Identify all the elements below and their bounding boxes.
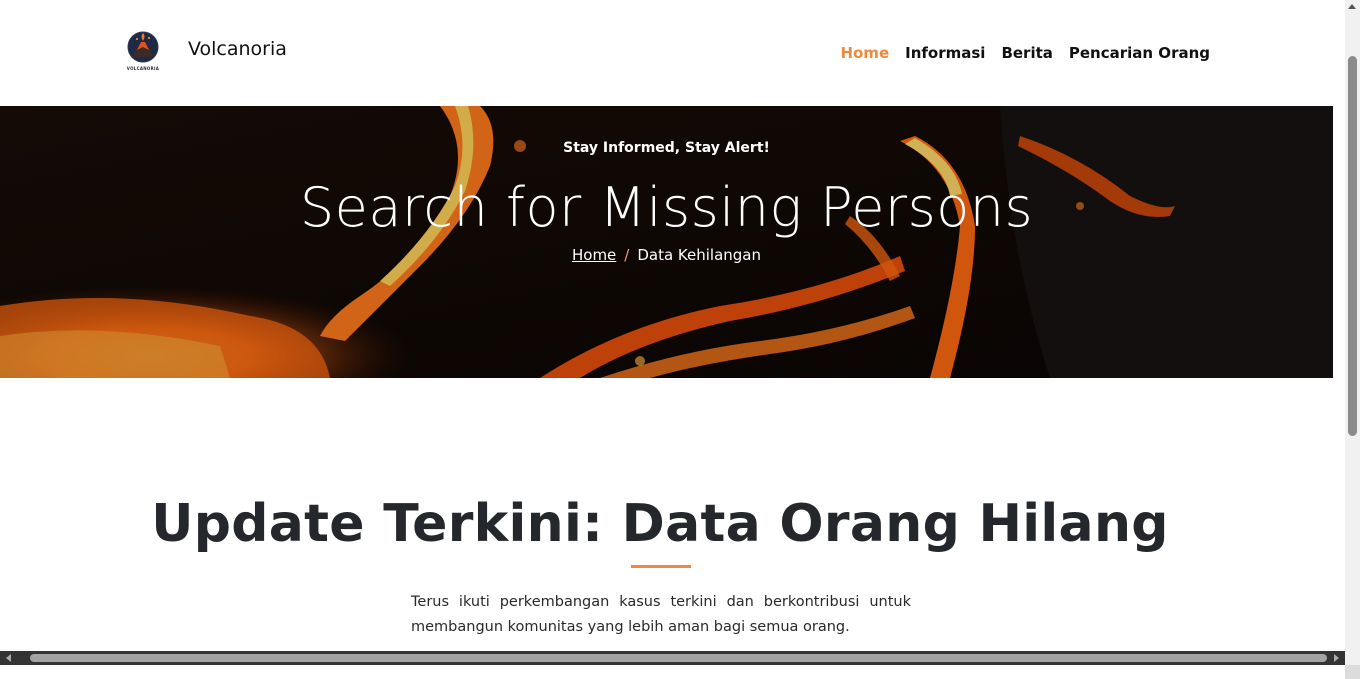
nav-link-informasi[interactable]: Informasi xyxy=(905,44,985,62)
volcanoria-logo[interactable]: VOLCANORIA xyxy=(122,30,164,76)
horizontal-scrollbar[interactable] xyxy=(0,651,1345,665)
breadcrumb-current: Data Kehilangan xyxy=(637,246,762,264)
navbar: VOLCANORIA Volcanoria Home Informasi Ber… xyxy=(0,0,1345,106)
nav-link-home[interactable]: Home xyxy=(840,44,889,62)
nav-link-berita[interactable]: Berita xyxy=(1001,44,1052,62)
vertical-scroll-thumb[interactable] xyxy=(1348,56,1357,436)
scroll-right-icon[interactable] xyxy=(1334,654,1339,662)
title-underline xyxy=(631,565,691,568)
breadcrumb: Home / Data Kehilangan xyxy=(0,246,1333,264)
vertical-scrollbar[interactable] xyxy=(1345,0,1360,665)
scroll-up-icon[interactable] xyxy=(1348,4,1356,9)
horizontal-scroll-thumb[interactable] xyxy=(30,654,1327,662)
scrollbar-corner xyxy=(1345,665,1360,679)
hero-banner: Stay Informed, Stay Alert! Search for Mi… xyxy=(0,106,1333,378)
volcano-logo-icon xyxy=(127,31,159,63)
hero-subtitle: Stay Informed, Stay Alert! xyxy=(563,140,770,156)
breadcrumb-separator: / xyxy=(624,246,630,264)
logo-text: VOLCANORIA xyxy=(126,66,160,71)
nav-link-pencarian-orang[interactable]: Pencarian Orang xyxy=(1069,44,1210,62)
hero-title: Search for Missing Persons xyxy=(299,176,1034,239)
breadcrumb-home-link[interactable]: Home xyxy=(572,246,616,264)
section-description: Terus ikuti perkembangan kasus terkini d… xyxy=(411,594,911,635)
section-title: Update Terkini: Data Orang Hilang xyxy=(151,494,1169,554)
main-nav: Home Informasi Berita Pencarian Orang xyxy=(840,44,1210,62)
page: VOLCANORIA Volcanoria Home Informasi Ber… xyxy=(0,0,1345,665)
scroll-left-icon[interactable] xyxy=(6,654,11,662)
brand-name[interactable]: Volcanoria xyxy=(188,38,287,60)
